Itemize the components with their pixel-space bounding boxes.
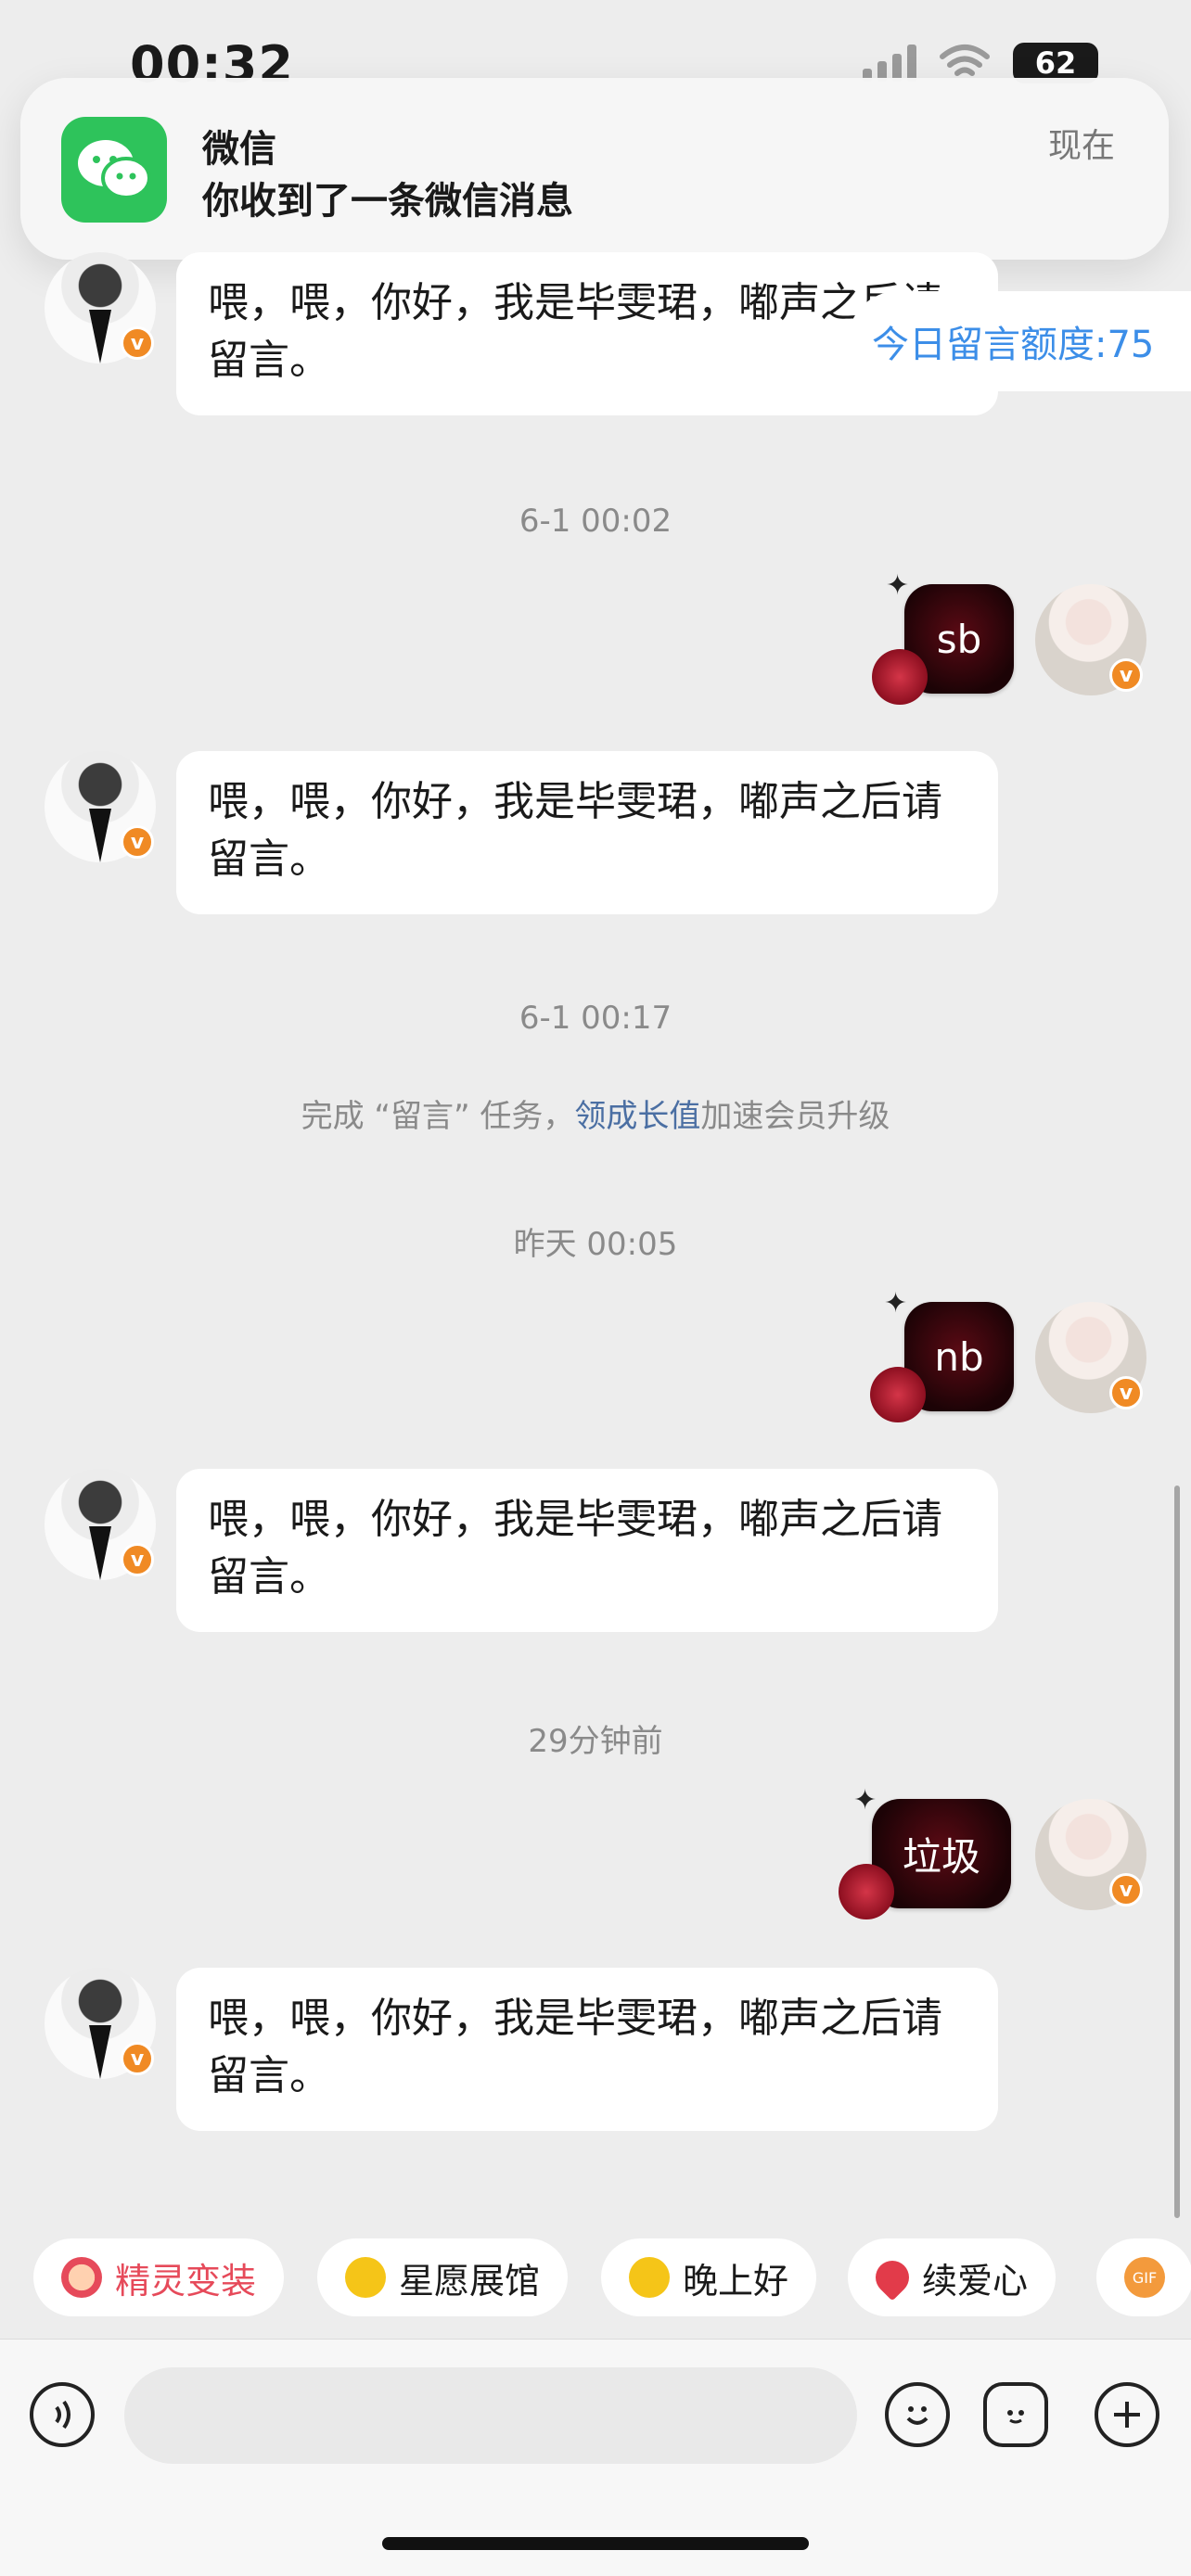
task-notice-suffix: 加速会员升级 [700, 1098, 890, 1135]
quick-action-chips: 精灵变装 星愿展馆 晚上好 续爱心 GIF [0, 2238, 1191, 2318]
message-timestamp: 昨天 00:05 [513, 1226, 678, 1263]
wechat-app-icon [61, 117, 167, 223]
incoming-message-bubble[interactable]: 喂，喂，你好，我是毕雯珺，嘟声之后请留言。 [176, 1968, 998, 2131]
verified-badge-icon: v [121, 825, 154, 859]
growth-value-link[interactable]: 领成长值 [574, 1098, 700, 1135]
rose-decoration-icon [839, 1864, 894, 1919]
verified-badge-icon: v [121, 326, 154, 360]
verified-badge-icon: v [1109, 1376, 1143, 1409]
chip-elf-costume[interactable]: 精灵变装 [33, 2238, 285, 2316]
verified-badge-icon: v [1109, 1873, 1143, 1906]
message-input[interactable] [124, 2367, 857, 2464]
message-timestamp: 6-1 00:17 [519, 1000, 672, 1037]
sparkle-icon: ✦ [884, 1287, 908, 1320]
verified-badge-icon: v [121, 2042, 154, 2075]
message-quota-tag[interactable]: 今日留言额度:75 [848, 291, 1191, 391]
voice-input-button[interactable] [30, 2382, 95, 2447]
heart-icon [868, 2253, 916, 2302]
flower-sticker-icon [1007, 2410, 1024, 2424]
sparkle-icon: ✦ [886, 569, 910, 602]
chip-good-evening[interactable]: 晚上好 [601, 2238, 817, 2316]
verified-badge-icon: v [1109, 658, 1143, 692]
home-indicator[interactable] [382, 2537, 809, 2550]
chip-gif[interactable]: GIF [1096, 2238, 1191, 2316]
wechat-notification-banner[interactable]: 微信 你收到了一条微信消息 现在 [20, 78, 1169, 260]
star-face-icon [629, 2257, 670, 2298]
cellular-signal-icon [863, 45, 916, 82]
emoji-button[interactable] [885, 2382, 950, 2447]
plus-icon [1114, 2402, 1140, 2428]
task-notice: 完成 “留言” 任务，领成长值加速会员升级 [0, 1090, 1191, 1136]
incoming-message-bubble[interactable]: 喂，喂，你好，我是毕雯珺，嘟声之后请留言。 [176, 1469, 998, 1632]
notification-message: 你收到了一条微信消息 [202, 180, 573, 223]
chat-scrollbar[interactable] [1174, 1486, 1180, 2218]
incoming-message-bubble[interactable]: 喂，喂，你好，我是毕雯珺，嘟声之后请留言。 [176, 751, 998, 914]
rose-decoration-icon [872, 649, 928, 705]
verified-badge-icon: v [121, 1543, 154, 1576]
sparkle-icon: ✦ [853, 1784, 877, 1817]
star-icon [345, 2257, 386, 2298]
chip-label: 晚上好 [683, 2260, 789, 2302]
smile-icon [906, 2406, 928, 2425]
task-notice-prefix: 完成 “留言” 任务， [301, 1098, 575, 1135]
chip-star-wish[interactable]: 星愿展馆 [317, 2238, 569, 2316]
chip-label: 精灵变装 [115, 2260, 257, 2302]
notification-app-name: 微信 [202, 128, 276, 171]
more-actions-button[interactable] [1095, 2382, 1159, 2447]
voice-icon [55, 2400, 70, 2429]
chip-renew-heart[interactable]: 续爱心 [848, 2238, 1057, 2316]
wifi-icon [940, 45, 990, 76]
elf-icon [61, 2257, 102, 2298]
chip-label: 续爱心 [922, 2260, 1029, 2302]
rose-decoration-icon [870, 1367, 926, 1422]
message-timestamp: 29分钟前 [528, 1723, 663, 1760]
gif-icon: GIF [1124, 2257, 1165, 2298]
message-timestamp: 6-1 00:02 [519, 503, 672, 540]
sticker-button[interactable] [983, 2382, 1048, 2447]
notification-time: 现在 [1047, 127, 1115, 165]
chip-label: 星愿展馆 [399, 2260, 541, 2302]
